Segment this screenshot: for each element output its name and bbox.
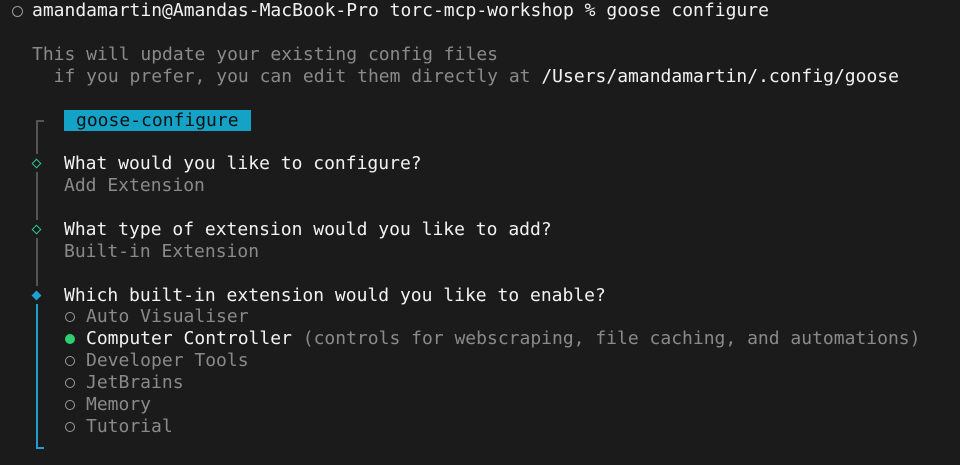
- command-line: amandamartin@Amandas-MacBook-Pro torc-mc…: [32, 0, 769, 21]
- step-1-answer: Add Extension: [64, 175, 205, 196]
- option-label: Memory: [86, 394, 152, 415]
- option-label: JetBrains: [86, 372, 184, 393]
- step-active-icon: [31, 290, 42, 301]
- frame-line-3: [36, 238, 38, 286]
- frame-line-1: [36, 120, 38, 154]
- radio-unselected-icon: [65, 400, 75, 410]
- goose-configure-badge: goose-configure: [64, 110, 251, 131]
- radio-unselected-icon: [65, 312, 75, 322]
- step-1-question: What would you like to configure?: [64, 153, 422, 174]
- frame-bottom-corner: [36, 447, 44, 449]
- step-complete-icon: [31, 224, 42, 235]
- radio-selected-icon: [65, 334, 75, 344]
- step-3-question: Which built-in extension would you like …: [64, 285, 606, 306]
- intro-line-1: This will update your existing config fi…: [32, 44, 498, 65]
- option-label-text: Computer Controller: [86, 328, 292, 349]
- radio-unselected-icon: [65, 422, 75, 432]
- step-complete-icon: [31, 158, 42, 169]
- intro-line-2: if you prefer, you can edit them directl…: [32, 66, 899, 88]
- option-label: Computer Controller (controls for webscr…: [86, 328, 920, 350]
- option-label: Tutorial: [86, 416, 173, 437]
- option-label: Auto Visualiser: [86, 306, 249, 327]
- prompt-status-icon: [12, 6, 23, 17]
- radio-unselected-icon: [65, 356, 75, 366]
- intro-prefix: if you prefer, you can edit them directl…: [32, 66, 542, 87]
- option-hint: (controls for webscraping, file caching,…: [302, 328, 921, 349]
- config-path-link[interactable]: /Users/amandamartin/.config/goose: [541, 66, 899, 87]
- step-2-answer: Built-in Extension: [64, 241, 260, 262]
- frame-line-active: [36, 304, 38, 448]
- step-2-question: What type of extension would you like to…: [64, 219, 552, 240]
- frame-line-2: [36, 172, 38, 220]
- radio-unselected-icon: [65, 378, 75, 388]
- option-label: Developer Tools: [86, 350, 249, 371]
